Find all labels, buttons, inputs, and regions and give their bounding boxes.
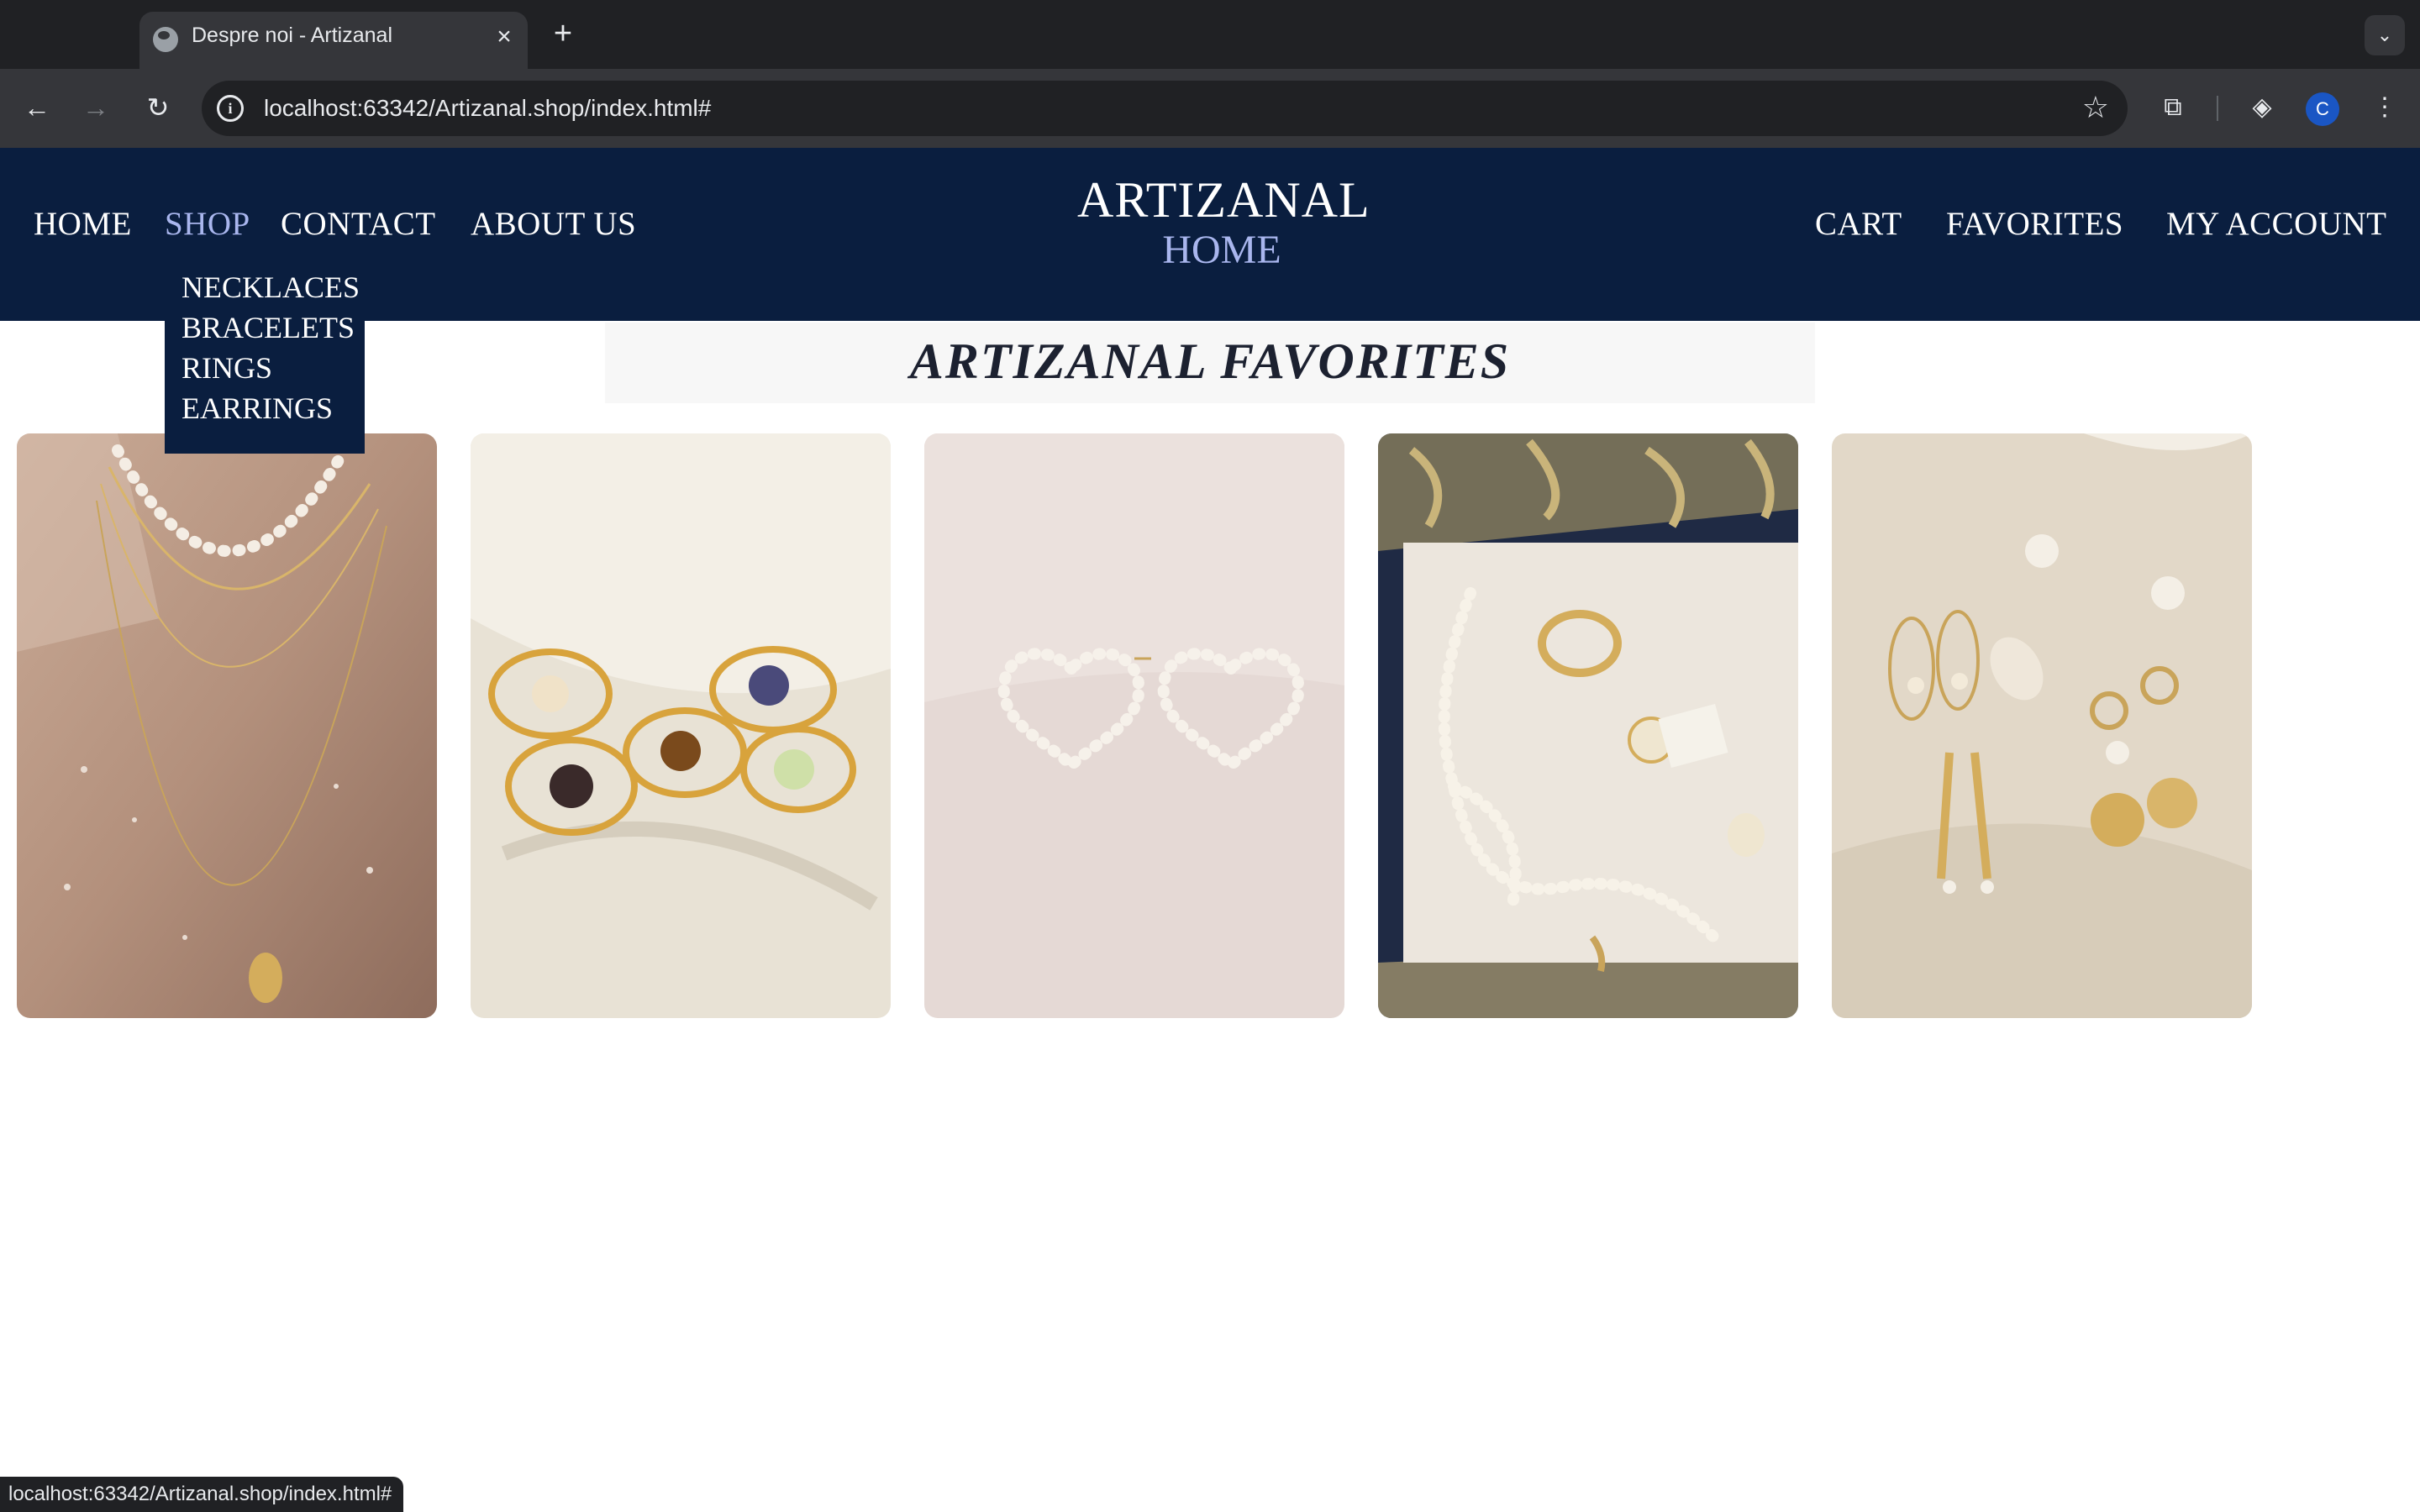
chevron-down-icon[interactable]: ⌄	[2365, 15, 2405, 55]
product-card-earrings[interactable]	[924, 433, 1344, 1018]
nav-cart[interactable]: CART	[1815, 205, 1902, 243]
close-icon[interactable]: ×	[487, 20, 521, 54]
menu-item-necklaces[interactable]: NECKLACES	[165, 267, 365, 307]
globe-icon	[153, 27, 178, 52]
nav-home[interactable]: HOME	[34, 205, 132, 243]
kebab-menu-icon[interactable]: ⋮	[2365, 87, 2405, 128]
product-card-necklaces[interactable]	[17, 433, 437, 1018]
browser-toolbar: ← → ↻ i localhost:63342/Artizanal.shop/i…	[0, 69, 2420, 148]
product-image-necklaces	[17, 433, 437, 1018]
product-image-rings	[471, 433, 891, 1018]
back-arrow-icon[interactable]: ←	[17, 87, 57, 128]
product-card-earrings-set[interactable]	[1832, 433, 2252, 1018]
tab-title: Despre noi - Artizanal	[192, 24, 393, 47]
extensions-icon[interactable]: ⧉	[2153, 87, 2193, 128]
menu-item-earrings[interactable]: EARRINGS	[165, 388, 365, 428]
page-title: HOME	[1162, 228, 1281, 272]
toolbar-divider	[2217, 96, 2218, 121]
menu-item-rings[interactable]: RINGS	[165, 348, 365, 388]
reload-icon[interactable]: ↻	[138, 87, 178, 128]
browser-tab-strip: Despre noi - Artizanal × + ⌄	[0, 0, 2420, 69]
nav-shop[interactable]: SHOP	[165, 205, 250, 243]
product-image-heart-earrings	[924, 433, 1344, 1018]
favorites-title: ARTIZANAL FAVORITES	[909, 333, 1511, 389]
site-info-icon[interactable]: i	[217, 95, 244, 122]
product-card-set[interactable]	[1378, 433, 1798, 1018]
link-status-bar: localhost:63342/Artizanal.shop/index.htm…	[0, 1477, 404, 1512]
brand-logo[interactable]: ARTIZANAL	[1077, 171, 1370, 229]
nav-favorites[interactable]: FAVORITES	[1946, 205, 2123, 243]
star-icon[interactable]: ☆	[2082, 91, 2109, 124]
performance-icon[interactable]: ◈	[2242, 87, 2282, 128]
browser-tab[interactable]: Despre noi - Artizanal ×	[139, 12, 528, 69]
nav-contact[interactable]: CONTACT	[281, 205, 436, 243]
menu-item-bracelets[interactable]: BRACELETS	[165, 307, 365, 348]
nav-about-us[interactable]: ABOUT US	[471, 205, 636, 243]
nav-my-account[interactable]: MY ACCOUNT	[2166, 205, 2387, 243]
address-bar[interactable]: i localhost:63342/Artizanal.shop/index.h…	[202, 81, 2128, 136]
product-card-rings[interactable]	[471, 433, 891, 1018]
profile-avatar[interactable]: C	[2306, 92, 2339, 126]
product-image-gold-earrings	[1832, 433, 2252, 1018]
url-text[interactable]: localhost:63342/Artizanal.shop/index.htm…	[264, 95, 711, 122]
shop-dropdown-menu: NECKLACES BRACELETS RINGS EARRINGS	[165, 260, 365, 454]
product-image-jewelry-tray	[1378, 433, 1798, 1018]
forward-arrow-icon[interactable]: →	[76, 87, 116, 128]
plus-icon[interactable]: +	[544, 15, 581, 52]
favorites-banner: ARTIZANAL FAVORITES	[605, 323, 1815, 403]
